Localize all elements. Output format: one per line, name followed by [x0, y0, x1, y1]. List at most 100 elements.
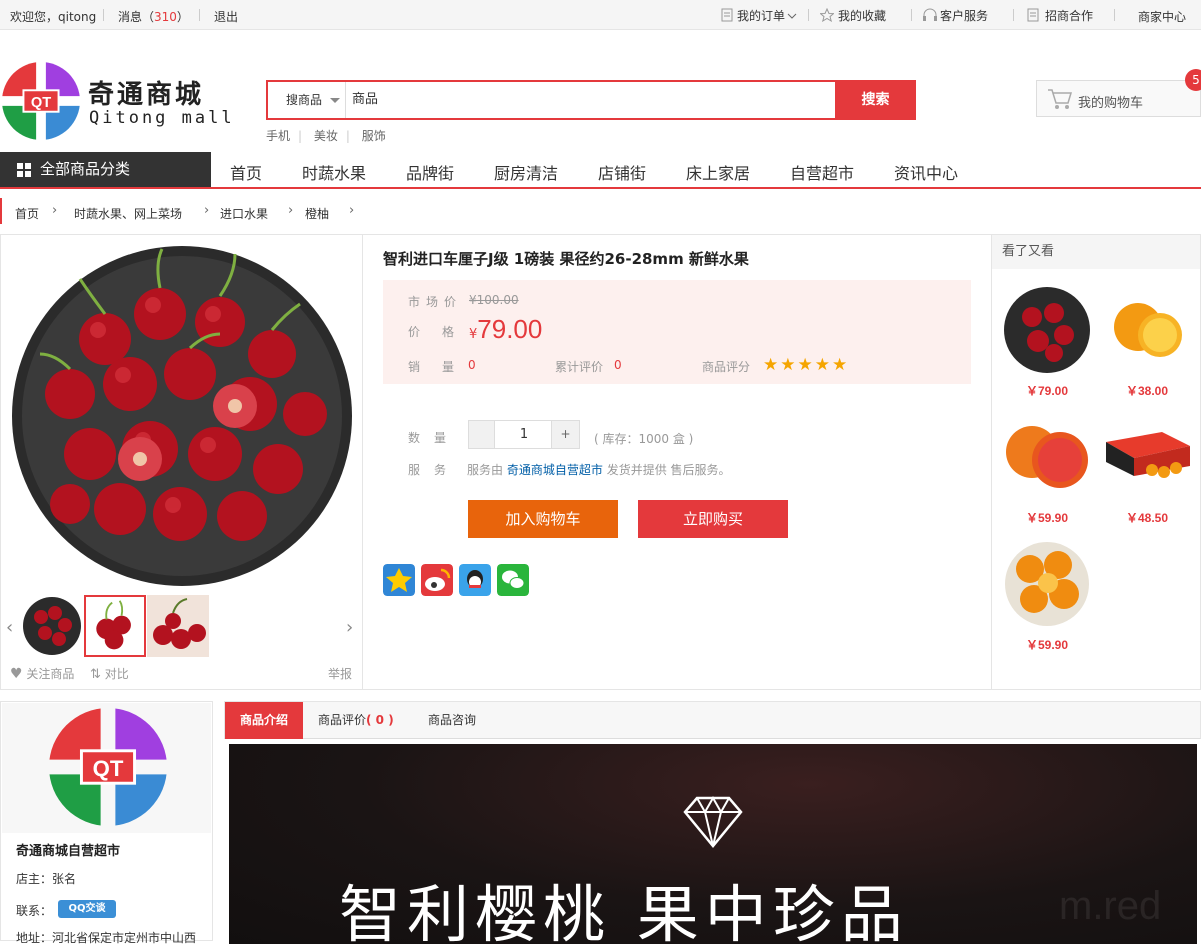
reviews-label: 累计评价: [555, 360, 604, 374]
star-icon: ★: [780, 355, 798, 375]
shop-contact-label: 联系：: [16, 904, 53, 918]
compare-button[interactable]: ⇅ 对比: [90, 665, 129, 682]
logout-link[interactable]: 退出: [214, 8, 238, 25]
logo-name: 奇通商城: [88, 80, 205, 110]
chevron-left-icon[interactable]: ‹: [6, 617, 13, 638]
qq-share-icon[interactable]: [459, 564, 491, 596]
breadcrumb: 首页 › 时蔬水果、网上菜场 › 进口水果 › 橙柚 ›: [0, 198, 1201, 224]
nav-item-bedding[interactable]: 床上家居: [686, 160, 750, 184]
qzone-share-icon[interactable]: [383, 564, 415, 596]
shop-name[interactable]: 奇通商城自营超市: [16, 840, 120, 859]
cherry-image: [1004, 287, 1090, 373]
favorites-link[interactable]: 我的收藏: [819, 7, 886, 24]
see-also-item[interactable]: ￥48.50: [1102, 412, 1192, 526]
breadcrumb-item[interactable]: 进口水果: [220, 205, 268, 222]
document-icon: [721, 8, 733, 22]
weibo-share-icon[interactable]: [421, 564, 453, 596]
divider: [1114, 9, 1115, 21]
chevron-right-icon: ›: [349, 203, 355, 218]
breadcrumb-item[interactable]: 时蔬水果、网上菜场: [74, 205, 182, 222]
tab-reviews[interactable]: 商品评价( 0 ): [318, 702, 394, 739]
quantity-increase-button[interactable]: +: [551, 421, 579, 448]
nav-item-news[interactable]: 资讯中心: [894, 160, 958, 184]
search-button[interactable]: 搜索: [835, 80, 916, 120]
see-also-price: ￥59.90: [1025, 511, 1069, 525]
blood-orange-image: [1006, 426, 1088, 488]
see-also-price: ￥59.90: [1025, 638, 1069, 652]
wechat-share-icon[interactable]: [497, 564, 529, 596]
divider: [199, 9, 200, 21]
divider: [808, 9, 809, 21]
shop-logo-icon[interactable]: QT: [49, 708, 167, 826]
hot-word-link[interactable]: 美妆: [314, 129, 338, 143]
all-categories-button[interactable]: 全部商品分类: [0, 152, 211, 187]
qitong-logo-icon: QT: [2, 62, 80, 140]
nav-item-kitchen[interactable]: 厨房清洁: [494, 160, 558, 184]
tab-description[interactable]: 商品介绍: [225, 702, 303, 739]
hot-word-link[interactable]: 手机: [266, 129, 290, 143]
follow-product-button[interactable]: ♥ 关注商品: [10, 665, 74, 682]
search-category-select[interactable]: 搜商品: [268, 82, 346, 118]
diamond-icon: [683, 795, 743, 848]
shop-card: QT 奇通商城自营超市 店主：张名 联系： QQ交谈 地址：河北省保定市定州市中…: [0, 701, 213, 945]
site-logo[interactable]: QT: [2, 62, 80, 143]
headset-icon: [923, 8, 937, 21]
thumbnail-image[interactable]: [21, 595, 83, 657]
market-price-label: 市场价: [408, 295, 463, 309]
see-also-item[interactable]: ￥59.90: [1002, 412, 1092, 526]
tab-consult[interactable]: 商品咨询: [428, 702, 476, 739]
report-link[interactable]: 举报: [328, 665, 352, 682]
shop-address: 地址：河北省保定市定州市中山西: [16, 931, 197, 945]
see-also-item[interactable]: ￥79.00: [1002, 285, 1092, 399]
nav-item-shops[interactable]: 店铺街: [598, 160, 646, 184]
service-text: 服务由 奇通商城自营超市 发货并提供 售后服务。: [467, 463, 731, 477]
messages-link[interactable]: 消息（310）: [118, 8, 189, 25]
merchant-link[interactable]: 商家中心: [1138, 8, 1186, 25]
main-nav: 全部商品分类 首页 时蔬水果 品牌街 厨房清洁 店铺街 床上家居 自营超市 资讯…: [0, 152, 1201, 189]
see-also-price: ￥38.00: [1125, 384, 1169, 398]
nav-item-fruits[interactable]: 时蔬水果: [302, 160, 366, 184]
cart-count-badge: 5: [1185, 69, 1201, 91]
quantity-decrease-button[interactable]: [469, 421, 495, 448]
see-also-price: ￥48.50: [1125, 511, 1169, 525]
see-also-title: 看了又看: [992, 235, 1200, 269]
nav-item-home[interactable]: 首页: [230, 160, 262, 184]
qq-chat-button[interactable]: QQ交谈: [58, 900, 116, 918]
price-panel: 市场价 ¥100.00 价格 ¥79.00 销量 0 累计评价 0 商品评分 ★…: [383, 280, 971, 384]
service-link[interactable]: 客户服务: [922, 7, 988, 24]
add-to-cart-button[interactable]: 加入购物车: [468, 500, 618, 538]
compare-icon: ⇅: [90, 667, 101, 682]
shop-logo-mark: QT: [93, 756, 124, 781]
cart-button[interactable]: 我的购物车 5: [1036, 69, 1201, 117]
thumbnail-image-selected[interactable]: [84, 595, 146, 657]
quantity-input[interactable]: 1: [495, 421, 553, 448]
thumbnail-strip: ‹ ›: [0, 595, 362, 659]
logo-mark-text: QT: [31, 95, 51, 111]
shop-link[interactable]: 奇通商城自营超市: [507, 463, 603, 477]
hot-word-link[interactable]: 服饰: [362, 129, 386, 143]
see-also-item[interactable]: ￥38.00: [1102, 285, 1192, 399]
see-also-item[interactable]: ￥59.90: [1002, 539, 1092, 653]
hot-words: 手机 | 美妆 | 服饰: [266, 129, 386, 143]
breadcrumb-item[interactable]: 橙柚: [305, 205, 329, 222]
grid-icon: [17, 163, 31, 177]
reviews-count: 0: [614, 358, 622, 372]
search-input[interactable]: [352, 90, 812, 105]
see-also-price: ￥79.00: [1025, 384, 1069, 398]
partner-link[interactable]: 招商合作: [1027, 7, 1093, 24]
buy-now-button[interactable]: 立即购买: [638, 500, 788, 538]
star-icon: [819, 7, 835, 23]
divider: [1013, 9, 1014, 21]
thumbnail-image[interactable]: [147, 595, 209, 657]
chevron-right-icon: ›: [52, 203, 58, 218]
nav-item-supermarket[interactable]: 自营超市: [790, 160, 854, 184]
orders-link[interactable]: 我的订单: [721, 7, 797, 24]
orange-image: [1114, 303, 1182, 357]
product-main-image[interactable]: [10, 244, 354, 588]
breadcrumb-item[interactable]: 首页: [15, 205, 39, 222]
chevron-right-icon[interactable]: ›: [346, 617, 353, 638]
star-icon: ★: [797, 355, 815, 375]
price-label: 价格: [408, 325, 477, 339]
divider: [991, 235, 992, 689]
nav-item-brands[interactable]: 品牌街: [406, 160, 454, 184]
